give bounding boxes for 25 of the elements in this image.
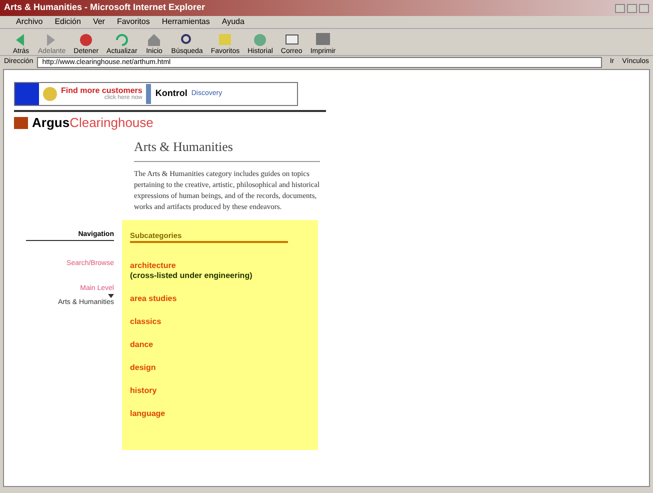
banner-divider-bar <box>146 84 152 104</box>
menu-item[interactable]: Ayuda <box>222 16 244 28</box>
menu-item[interactable]: Favoritos <box>116 16 150 28</box>
menu-item[interactable]: Edición <box>54 16 81 28</box>
logo-text-secondary: Clearinghouse <box>70 115 154 130</box>
subcategory-link[interactable]: language <box>130 408 310 419</box>
subcategory-link[interactable]: classics <box>130 316 310 327</box>
page-heading: Arts & Humanities <box>134 137 320 162</box>
subcategory-link[interactable]: area studies <box>130 294 310 304</box>
subcategory-link[interactable]: architecture <box>130 260 310 271</box>
banner-logo-icon <box>15 83 39 105</box>
menu-item[interactable]: Ver <box>92 16 105 28</box>
banner-headline: Find more customers <box>61 87 142 95</box>
menu-item[interactable]: Archivo <box>16 16 43 28</box>
subcategory-link[interactable]: dance <box>130 340 310 350</box>
logo-text: Argus <box>32 115 70 130</box>
subcategory-link[interactable]: history <box>130 386 310 396</box>
globe-icon <box>43 87 57 101</box>
logo-icon <box>14 116 28 128</box>
banner-brand: Kontrol <box>155 87 188 100</box>
down-arrow-icon <box>108 294 114 298</box>
subcategory-link[interactable]: design <box>130 362 310 373</box>
menu-item[interactable]: Herramientas <box>162 16 210 28</box>
window-title: Arts & Humanities - Microsoft Internet Explorer <box>4 1 206 14</box>
subcategory-note: (cross-listed under engineering) <box>130 270 254 281</box>
